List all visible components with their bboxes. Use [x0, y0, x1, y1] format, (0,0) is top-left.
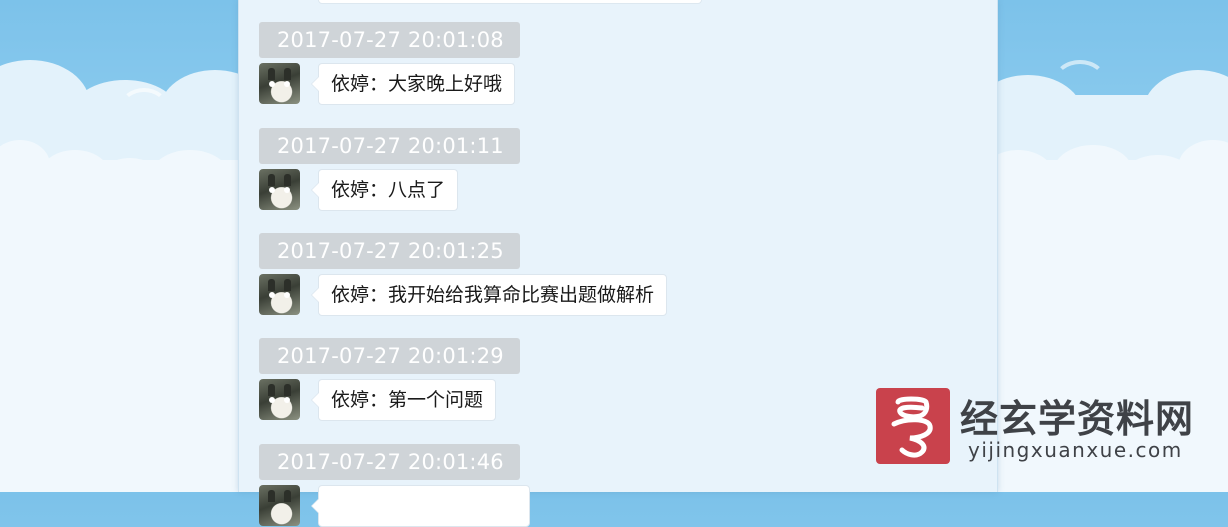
sender-name: 依婷: [331, 73, 370, 95]
chat-message: 2017-07-27 20:01:29 依婷：第一个问题: [259, 338, 520, 421]
site-watermark: 经玄学资料网 yijingxuanxue.com: [876, 388, 1224, 468]
seal-logo: [876, 388, 950, 464]
user-avatar[interactable]: [259, 63, 300, 104]
sender-name: 依婷: [331, 389, 370, 411]
name-separator: ：: [369, 179, 389, 201]
message-timestamp: 2017-07-27 20:01:29: [259, 338, 520, 374]
sender-name: 依婷: [331, 179, 370, 201]
message-timestamp: 2017-07-27 20:01:11: [259, 128, 520, 164]
message-text: 我开始给我算命比赛出题做解析: [388, 284, 655, 306]
message-bubble: [311, 485, 530, 527]
user-avatar[interactable]: [259, 379, 300, 420]
message-bubble: 依婷：我开始给我算命比赛出题做解析: [310, 274, 668, 316]
message-timestamp: 2017-07-27 20:01:25: [259, 233, 520, 269]
message-timestamp: 2017-07-27 20:01:08: [259, 22, 520, 58]
name-separator: ：: [369, 284, 389, 306]
chat-message: 2017-07-27 20:01:08 依婷：大家晚上好哦: [259, 22, 520, 105]
message-bubble: 依婷：大家晚上好哦: [310, 63, 516, 105]
message-text: 第一个问题: [388, 389, 484, 411]
chat-message: 2017-07-27 20:01:25 依婷：我开始给我算命比赛出题做解析: [259, 233, 668, 316]
message-bubble: 依婷：第一个问题: [310, 379, 497, 421]
user-avatar[interactable]: [259, 274, 300, 315]
name-separator: ：: [369, 389, 389, 411]
message-text: 大家晚上好哦: [388, 73, 503, 95]
message-timestamp: 2017-07-27 20:01:46: [259, 444, 520, 480]
chat-message: 2017-07-27 20:01:11 依婷：八点了: [259, 128, 520, 211]
chat-message: 2017-07-27 20:01:46: [259, 444, 530, 527]
watermark-title: 经玄学资料网: [960, 397, 1195, 441]
user-avatar[interactable]: [259, 169, 300, 210]
background-clouds-left: [0, 0, 240, 492]
user-avatar[interactable]: [259, 485, 300, 526]
previous-message-bubble: [318, 0, 702, 4]
sender-name: 依婷: [331, 284, 370, 306]
message-bubble: 依婷：八点了: [310, 169, 459, 211]
name-separator: ：: [369, 73, 389, 95]
watermark-url: yijingxuanxue.com: [968, 438, 1183, 462]
message-text: 八点了: [388, 179, 446, 201]
